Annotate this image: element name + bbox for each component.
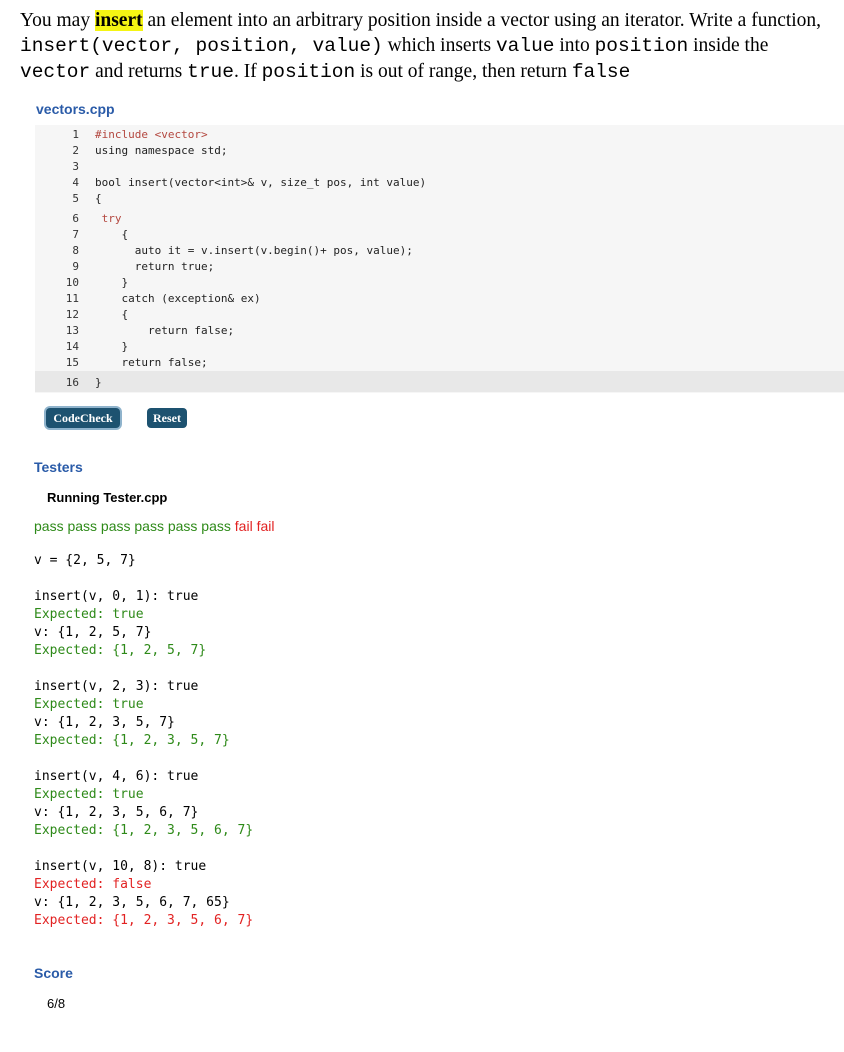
code-line[interactable]: 6 try [35, 211, 844, 227]
code-line[interactable]: 14 } [35, 339, 844, 355]
code-line[interactable]: 4 bool insert(vector<int>& v, size_t pos,… [35, 175, 844, 191]
code-line[interactable]: 5{ [35, 191, 844, 207]
problem-statement: You may insert an element into an arbitr… [20, 10, 822, 83]
test-case-failed: insert(v, 10, 8): true Expected: false v: … [34, 859, 254, 928]
code-line[interactable]: 9 return true; [35, 259, 844, 275]
reset-button[interactable]: Reset [147, 408, 187, 428]
code-line[interactable]: 16} [35, 375, 844, 391]
code-line[interactable]: 2 using namespace std; [35, 143, 844, 159]
codecheck-button[interactable]: CodeCheck [46, 408, 120, 428]
code-line[interactable]: 3 [35, 159, 844, 175]
initial-vector: v = {2, 5, 7} [34, 553, 136, 568]
running-tester-label: Running Tester.cpp [47, 490, 168, 505]
code-line[interactable]: 13 return false; [35, 323, 844, 339]
code-line[interactable]: 7 { [35, 227, 844, 243]
code-line[interactable]: 8 auto it = v.insert(v.begin()+ pos, val… [35, 243, 844, 259]
code-line[interactable]: 10 } [35, 275, 844, 291]
test-case: insert(v, 4, 6): true Expected: true v: {1… [34, 769, 254, 838]
score-value: 6/8 [47, 996, 66, 1011]
fail-results: fail fail [234, 518, 275, 534]
code-editor[interactable]: 1 #include <vector> 2 using namespace std;… [35, 125, 844, 393]
file-name-heading: vectors.cpp [36, 101, 115, 117]
pass-results: pass pass pass pass pass pass [34, 518, 231, 534]
code-line[interactable]: 12 { [35, 307, 844, 323]
test-case: insert(v, 2, 3): true Expected: true v: {1… [34, 679, 230, 748]
code-line[interactable]: 15 return false; [35, 355, 844, 371]
highlighted-keyword: insert [94, 10, 143, 31]
code-line[interactable]: 11 catch (exception& ex) [35, 291, 844, 307]
score-heading: Score [34, 965, 73, 981]
test-results-summary: pass pass pass pass pass pass fail fail [34, 518, 274, 534]
testers-heading: Testers [34, 459, 83, 475]
code-line[interactable]: 1 #include <vector> [35, 127, 844, 143]
test-case: insert(v, 0, 1): true Expected: true v: {1… [34, 589, 207, 658]
